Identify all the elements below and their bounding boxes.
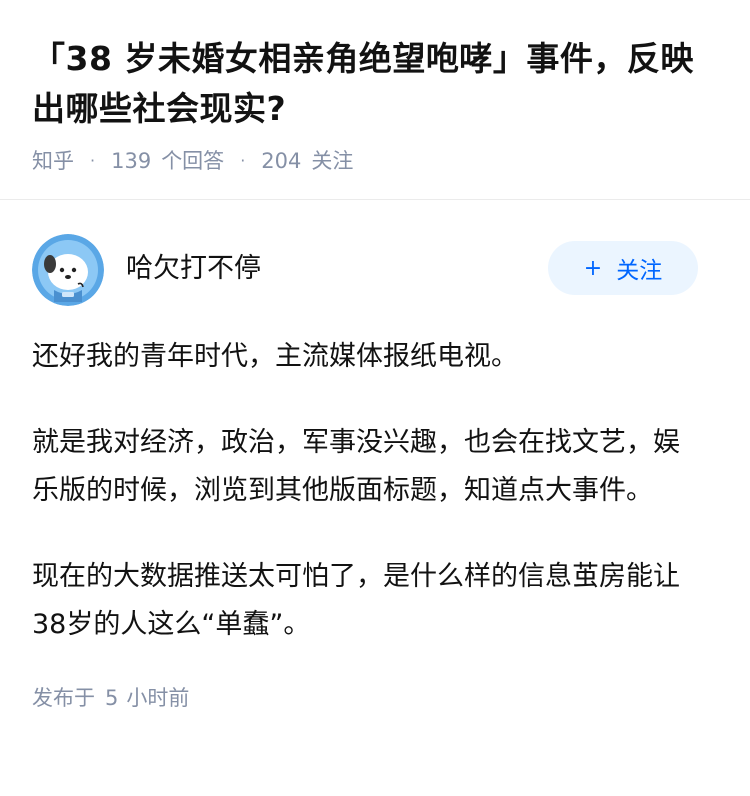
- author-row: 哈欠打不停 + 关注: [32, 233, 698, 307]
- publish-prefix: 发布于: [32, 686, 95, 710]
- source-label[interactable]: 知乎: [32, 146, 74, 176]
- answer-count: 139: [111, 149, 152, 173]
- follow-button-label: 关注: [616, 258, 663, 284]
- follower-count-label: 关注: [311, 149, 354, 173]
- plus-icon: +: [583, 255, 603, 281]
- answer-body: 还好我的青年时代，主流媒体报纸电视。 就是我对经济，政治，军事没兴趣，也会在找文…: [32, 333, 698, 649]
- answer-count-label: 个回答: [161, 149, 225, 173]
- dog-astronaut-avatar-icon: [32, 234, 104, 306]
- meta-separator: ·: [90, 151, 96, 170]
- publish-value: 5: [105, 686, 119, 710]
- question-title[interactable]: 「38 岁未婚女相亲角绝望咆哮」事件，反映出哪些社会现实?: [32, 34, 718, 134]
- follower-count-link[interactable]: 204 关注: [261, 146, 353, 176]
- publish-time: 发布于 5 小时前: [32, 683, 698, 713]
- meta-separator: ·: [240, 151, 246, 170]
- question-header: 「38 岁未婚女相亲角绝望咆哮」事件，反映出哪些社会现实? 知乎 · 139 个回…: [0, 0, 750, 176]
- author-avatar[interactable]: [32, 234, 104, 306]
- answer-paragraph: 还好我的青年时代，主流媒体报纸电视。: [32, 341, 518, 372]
- section-divider: [0, 199, 750, 200]
- follow-button[interactable]: + 关注: [548, 241, 698, 295]
- author-name[interactable]: 哈欠打不停: [126, 246, 548, 285]
- answer-count-link[interactable]: 139 个回答: [111, 146, 224, 176]
- publish-suffix: 小时前: [126, 686, 190, 710]
- follower-count: 204: [261, 149, 302, 173]
- question-meta: 知乎 · 139 个回答 · 204 关注: [32, 146, 718, 176]
- answer-paragraph: 现在的大数据推送太可怕了，是什么样的信息茧房能让38岁的人这么“单蠢”。: [32, 561, 680, 640]
- answer-paragraph: 就是我对经济，政治，军事没兴趣，也会在找文艺，娱乐版的时候，浏览到其他版面标题，…: [32, 427, 680, 506]
- answer-card: 哈欠打不停 + 关注 还好我的青年时代，主流媒体报纸电视。 就是我对经济，政治，…: [32, 233, 698, 713]
